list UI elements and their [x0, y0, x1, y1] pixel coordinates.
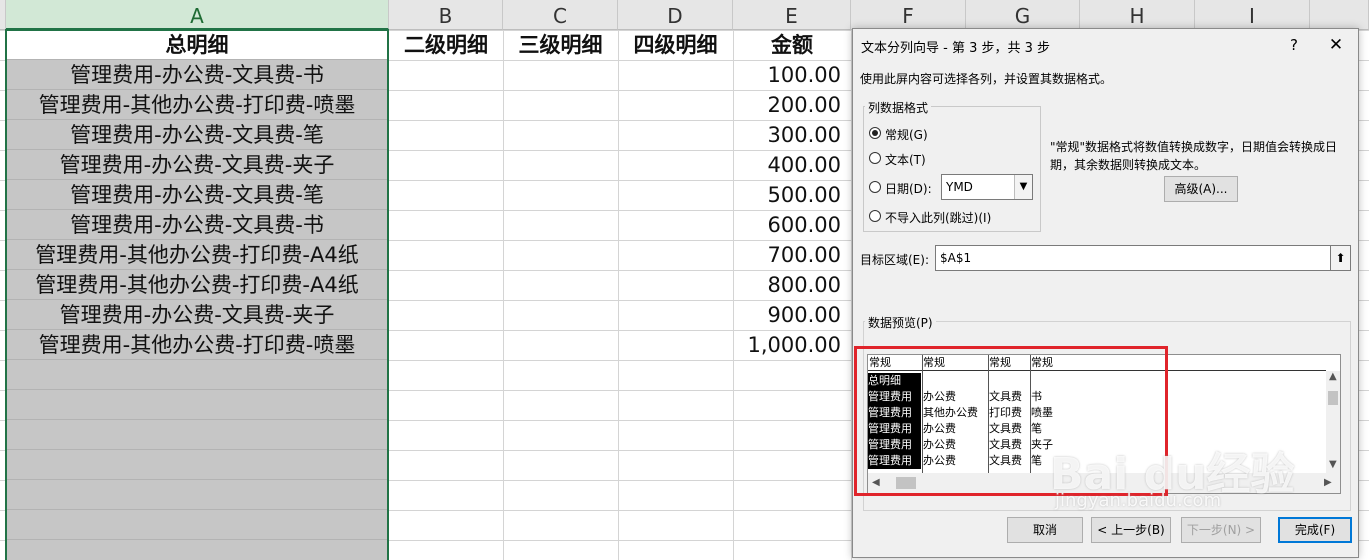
radio-general[interactable] [869, 127, 881, 139]
cell-amount[interactable]: 500.00 [733, 180, 851, 210]
cell-amount[interactable]: 700.00 [733, 240, 851, 270]
column-header-h[interactable]: H [1080, 0, 1195, 30]
cell-amount[interactable]: 200.00 [733, 90, 851, 120]
format-description-line1: "常规"数据格式将数值转换成数字，日期值会转换成日 [1050, 140, 1338, 154]
cell-amount[interactable]: 900.00 [733, 300, 851, 330]
cell-header-total-detail[interactable]: 总明细 [7, 30, 387, 60]
column-header-i[interactable]: I [1195, 0, 1310, 30]
chevron-right-icon[interactable]: ▶ [1324, 477, 1332, 488]
cell-header-level3[interactable]: 三级明细 [503, 30, 618, 60]
column-header-d[interactable]: D [618, 0, 733, 30]
cell-amount[interactable]: 600.00 [733, 210, 851, 240]
date-format-select[interactable]: YMD ▼ [941, 174, 1033, 200]
radio-general-label[interactable]: 常规(G) [885, 126, 928, 143]
destination-value: $A$1 [940, 251, 972, 265]
radio-text-label[interactable]: 文本(T) [885, 151, 926, 168]
column-header-g[interactable]: G [966, 0, 1080, 30]
preview-vertical-scrollbar[interactable]: ▲ ▼ [1326, 371, 1340, 473]
cell-detail[interactable]: 管理费用-办公费-文具费-笔 [7, 180, 387, 210]
column-format-legend: 列数据格式 [865, 99, 932, 116]
cell-detail[interactable]: 管理费用-其他办公费-打印费-喷墨 [7, 330, 387, 360]
cell-detail[interactable]: 管理费用-办公费-文具费-书 [7, 210, 387, 240]
chevron-down-icon[interactable]: ▼ [1329, 459, 1337, 470]
next-button[interactable]: 下一步(N) > [1181, 517, 1261, 543]
cell-detail[interactable]: 管理费用-办公费-文具费-书 [7, 60, 387, 90]
radio-skip[interactable] [869, 210, 881, 222]
format-description-line2: 期，其余数据则转换成文本。 [1050, 158, 1207, 172]
radio-date[interactable] [869, 181, 881, 193]
cancel-button[interactable]: 取消 [1007, 517, 1083, 543]
cell-amount[interactable]: 1,000.00 [733, 330, 851, 360]
chevron-up-icon[interactable]: ▲ [1329, 371, 1337, 382]
collapse-dialog-icon[interactable]: ⬆ [1331, 245, 1351, 271]
gridline [618, 30, 619, 560]
advanced-button[interactable]: 高级(A)... [1164, 176, 1238, 202]
column-header-e[interactable]: E [733, 0, 851, 30]
column-header-a[interactable]: A [6, 0, 389, 30]
radio-text[interactable] [869, 152, 881, 164]
dialog-title: 文本分列向导 - 第 3 步，共 3 步 [861, 41, 1051, 56]
radio-skip-label[interactable]: 不导入此列(跳过)(I) [885, 209, 991, 226]
column-header-b[interactable]: B [389, 0, 503, 30]
cell-detail[interactable]: 管理费用-其他办公费-打印费-A4纸 [7, 270, 387, 300]
cell-amount[interactable]: 300.00 [733, 120, 851, 150]
chevron-down-icon[interactable]: ▼ [1014, 175, 1032, 199]
finish-button[interactable]: 完成(F) [1278, 517, 1352, 543]
column-header-c[interactable]: C [503, 0, 618, 30]
scroll-thumb[interactable] [1328, 391, 1338, 405]
watermark-url: jingyan.baidu.com [1055, 490, 1222, 511]
back-button[interactable]: < 上一步(B) [1091, 517, 1171, 543]
gridline [503, 30, 504, 560]
radio-date-label[interactable]: 日期(D): [885, 180, 932, 197]
data-preview-label: 数据预览(P) [865, 314, 936, 331]
destination-input[interactable]: $A$1 [935, 245, 1331, 271]
cell-amount[interactable]: 800.00 [733, 270, 851, 300]
cell-detail[interactable]: 管理费用-其他办公费-打印费-喷墨 [7, 90, 387, 120]
dialog-instruction: 使用此屏内容可选择各列，并设置其数据格式。 [860, 72, 1113, 86]
cell-detail[interactable]: 管理费用-办公费-文具费-夹子 [7, 150, 387, 180]
cell-detail[interactable]: 管理费用-办公费-文具费-夹子 [7, 300, 387, 330]
cell-header-amount[interactable]: 金额 [733, 30, 851, 60]
help-icon[interactable]: ? [1283, 34, 1305, 56]
column-header-f[interactable]: F [851, 0, 966, 30]
cell-amount[interactable]: 400.00 [733, 150, 851, 180]
close-icon[interactable]: ✕ [1323, 34, 1349, 56]
cell-detail[interactable]: 管理费用-其他办公费-打印费-A4纸 [7, 240, 387, 270]
column-header-j[interactable] [1310, 0, 1369, 30]
cell-amount[interactable]: 100.00 [733, 60, 851, 90]
cell-detail[interactable]: 管理费用-办公费-文具费-笔 [7, 120, 387, 150]
cell-header-level2[interactable]: 二级明细 [389, 30, 503, 60]
cell-header-level4[interactable]: 四级明细 [618, 30, 733, 60]
date-format-value: YMD [946, 180, 973, 194]
destination-label: 目标区域(E): [860, 253, 929, 267]
